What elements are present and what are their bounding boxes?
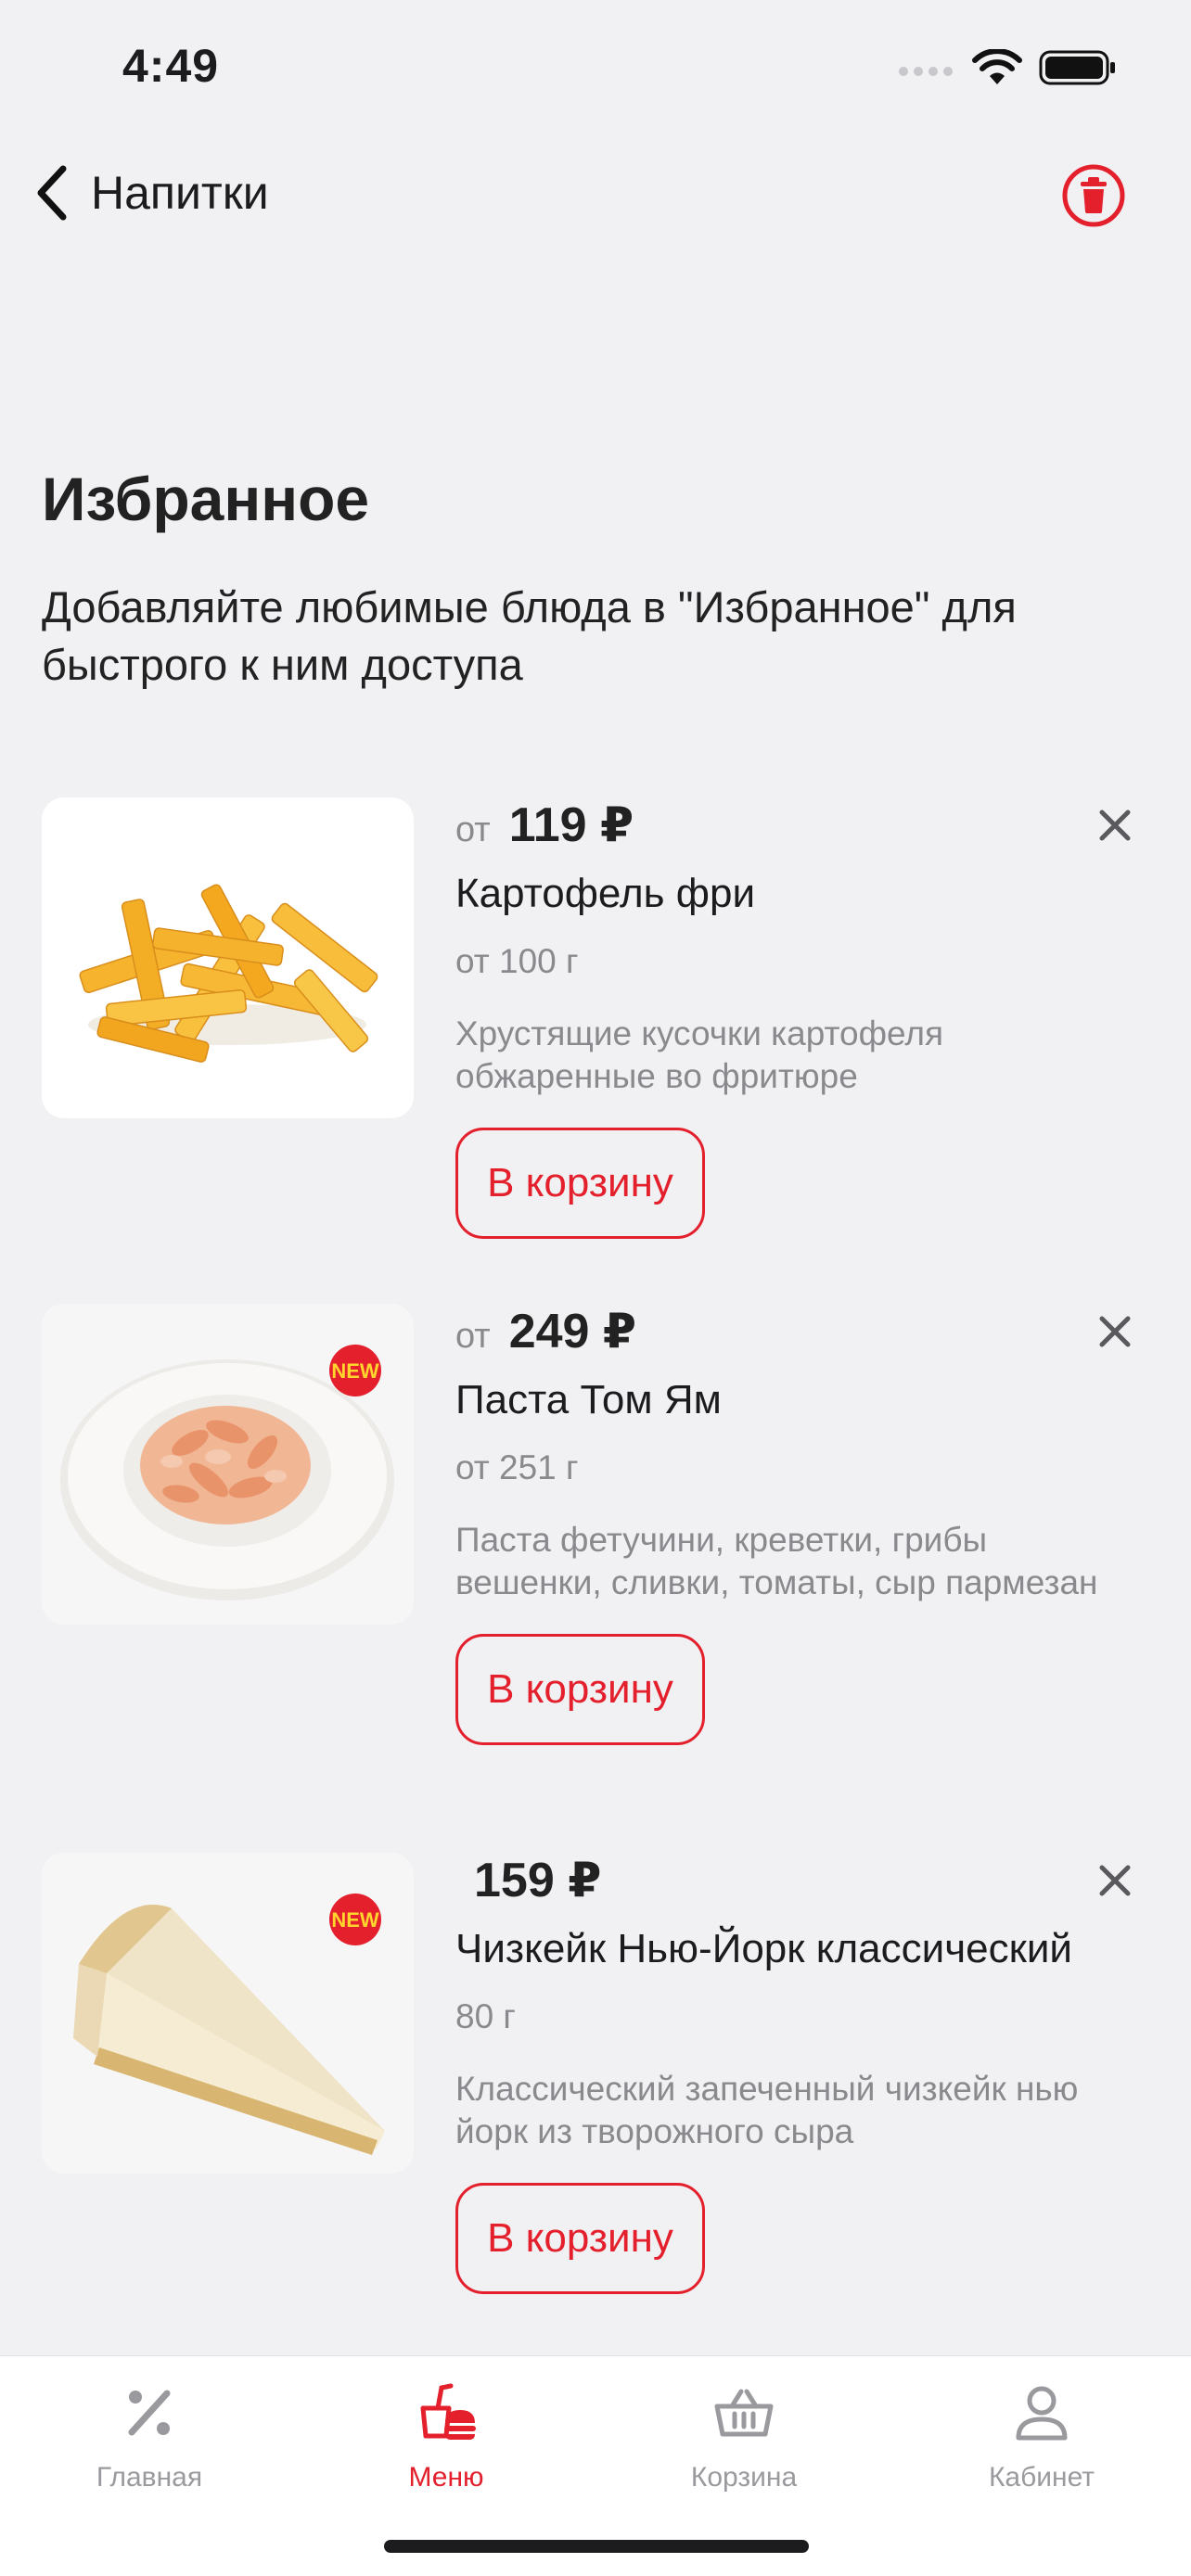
item-name[interactable]: Картофель фри bbox=[455, 868, 1142, 920]
food-menu-icon bbox=[420, 2383, 476, 2440]
user-icon bbox=[1016, 2386, 1068, 2441]
cellular-signal-icon bbox=[899, 67, 953, 76]
navigation-bar: Напитки bbox=[0, 148, 1191, 237]
french-fries-image bbox=[79, 884, 378, 1063]
chevron-left-icon bbox=[37, 165, 67, 221]
item-description: Классический запеченный чизкейк нью йорк… bbox=[455, 2070, 1079, 2150]
close-icon[interactable] bbox=[1087, 797, 1143, 853]
tab-label: Меню bbox=[408, 2462, 484, 2493]
item-image[interactable]: NEW bbox=[42, 1304, 414, 1625]
add-to-cart-button[interactable]: В корзину bbox=[455, 1128, 705, 1239]
new-badge: NEW bbox=[331, 1359, 379, 1383]
page-title: Избранное bbox=[42, 465, 370, 533]
tab-label: Корзина bbox=[690, 2462, 798, 2493]
add-to-cart-button[interactable]: В корзину bbox=[455, 2183, 705, 2294]
item-price: 119 ₽ bbox=[508, 798, 634, 852]
percent-icon bbox=[128, 2390, 171, 2436]
item-price: 159 ₽ bbox=[474, 1854, 602, 1907]
close-icon[interactable] bbox=[1087, 1853, 1143, 1908]
item-description: Паста фетучини, креветки, грибы вешенки,… bbox=[455, 1521, 1098, 1601]
cheesecake-image: NEW bbox=[73, 1894, 385, 2155]
price-row: от 249 ₽ bbox=[455, 1304, 1142, 1372]
pasta-plate-image: NEW bbox=[60, 1345, 394, 1600]
item-price: 249 ₽ bbox=[508, 1305, 637, 1358]
tab-label: Кабинет bbox=[988, 2462, 1095, 2493]
item-description: Хрустящие кусочки картофеля обжаренные в… bbox=[455, 1014, 944, 1095]
trash-icon[interactable] bbox=[1061, 163, 1126, 228]
item-name[interactable]: Паста Том Ям bbox=[455, 1374, 1142, 1426]
status-icons bbox=[898, 46, 1117, 89]
price-row: 159 ₽ bbox=[455, 1853, 1142, 1921]
item-info: от 249 ₽ Паста Том Ям от 251 г Паста фет… bbox=[455, 1304, 1142, 1745]
item-weight: от 251 г bbox=[455, 1448, 579, 1486]
status-bar: 4:49 bbox=[0, 0, 1191, 130]
back-button-label: Напитки bbox=[91, 167, 269, 219]
tab-cart[interactable]: Корзина bbox=[642, 2380, 846, 2519]
price-row: от 119 ₽ bbox=[455, 797, 1142, 866]
page-subtitle: Добавляйте любимые блюда в "Избранное" д… bbox=[42, 582, 1017, 689]
price-prefix: от bbox=[455, 810, 491, 849]
item-weight: от 100 г bbox=[455, 942, 579, 980]
item-image[interactable] bbox=[42, 797, 414, 1118]
tab-profile[interactable]: Кабинет bbox=[940, 2380, 1144, 2519]
item-name[interactable]: Чизкейк Нью-Йорк классический bbox=[455, 1923, 1142, 1975]
battery-icon bbox=[1039, 50, 1115, 85]
item-image[interactable]: NEW bbox=[42, 1853, 414, 2174]
tab-home[interactable]: Главная bbox=[47, 2380, 251, 2519]
price-prefix: от bbox=[455, 1317, 491, 1356]
status-time: 4:49 bbox=[122, 40, 220, 92]
basket-icon bbox=[714, 2389, 774, 2437]
item-info: от 119 ₽ Картофель фри от 100 г Хрустящи… bbox=[455, 797, 1142, 1239]
new-badge: NEW bbox=[331, 1908, 379, 1932]
close-icon[interactable] bbox=[1087, 1304, 1143, 1359]
add-to-cart-button[interactable]: В корзину bbox=[455, 1634, 705, 1745]
home-indicator[interactable] bbox=[384, 2540, 809, 2553]
tab-menu[interactable]: Меню bbox=[344, 2380, 548, 2519]
tab-label: Главная bbox=[96, 2462, 203, 2493]
item-info: 159 ₽ Чизкейк Нью-Йорк классический 80 г… bbox=[455, 1853, 1142, 2294]
wifi-icon bbox=[972, 49, 1022, 84]
item-weight: 80 г bbox=[455, 1997, 516, 2035]
back-button[interactable]: Напитки bbox=[33, 148, 269, 237]
